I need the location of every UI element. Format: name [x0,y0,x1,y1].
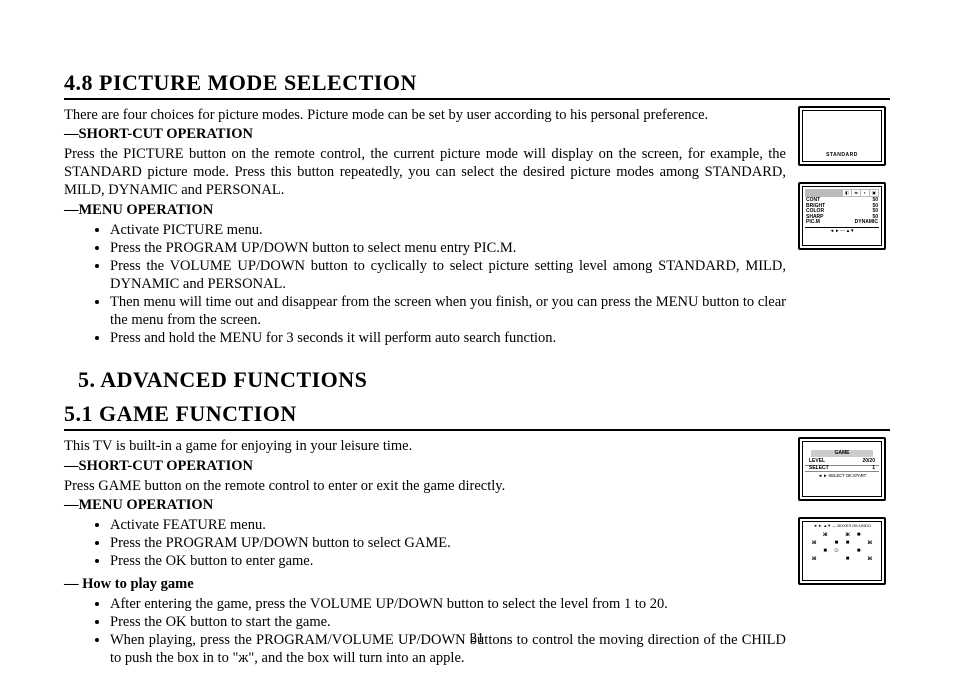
menu-list-4-8: Activate PICTURE menu. Press the PROGRAM… [64,221,786,348]
menu-item: Activate PICTURE menu. [110,221,786,239]
figure-picture-menu-osd: ◧⇆◐▣ CONT50 BRIGHT50 COLOR50 SHARP50 PIC… [798,182,886,250]
howto-item: After entering the game, press the VOLUM… [110,595,786,613]
howto-item: Press the OK button to start the game. [110,613,786,631]
menu-list-5-1: Activate FEATURE menu. Press the PROGRAM… [64,516,786,570]
rule-5-1 [64,429,890,431]
intro-4-8: There are four choices for picture modes… [64,106,786,124]
shortcut-body-4-8: Press the PICTURE button on the remote c… [64,145,786,199]
page-number: 21 [0,631,954,647]
osd-row: SELECT1 [805,465,879,473]
figure-game-grid-osd: ◄ ► ▲▼ — BOXES OK:UNDO жж■ ж■■ж ■☺■ ж■ж [798,517,886,585]
shortcut-heading-4-8: —SHORT-CUT OPERATION [64,126,786,143]
menu-heading-5-1: —MENU OPERATION [64,497,786,514]
figure-picture-mode-osd: STANDARD [798,106,886,166]
shortcut-heading-5-1: —SHORT-CUT OPERATION [64,458,786,475]
osd-topbar: ◧⇆◐▣ [805,189,879,197]
menu-item: Press the PROGRAM UP/DOWN button to sele… [110,239,786,257]
osd-footer: ◄ ► — ▲▼ [805,227,879,234]
menu-item: Then menu will time out and disappear fr… [110,293,786,329]
osd-footer: ◄ ► SELECT OK:START [805,473,879,479]
osd-game-title: GAME [811,450,873,457]
howto-heading: — How to play game [64,576,786,593]
menu-item: Press the VOLUME UP/DOWN button to cycli… [110,257,786,293]
osd-label-standard: STANDARD [805,153,879,158]
osd-grid-header: ◄ ► ▲▼ — BOXES OK:UNDO [805,524,879,528]
manual-page: 4.8 PICTURE MODE SELECTION There are fou… [0,0,954,675]
osd-row: PIC.MDYNAMIC [805,220,879,226]
menu-item: Press and hold the MENU for 3 seconds it… [110,329,786,347]
heading-4-8: 4.8 PICTURE MODE SELECTION [64,70,890,96]
figure-game-menu-osd: GAME LEVEL20/20 SELECT1 ◄ ► SELECT OK:ST… [798,437,886,501]
intro-5-1: This TV is built-in a game for enjoying … [64,437,786,455]
heading-5-1: 5.1 GAME FUNCTION [64,401,890,427]
menu-item: Press the PROGRAM UP/DOWN button to sele… [110,534,786,552]
section-4-8-body: There are four choices for picture modes… [64,106,890,353]
heading-5: 5. ADVANCED FUNCTIONS [78,367,890,393]
shortcut-body-5-1: Press GAME button on the remote control … [64,477,786,495]
rule-4-8 [64,98,890,100]
menu-heading-4-8: —MENU OPERATION [64,202,786,219]
osd-game-grid: жж■ ж■■ж ■☺■ ж■ж [805,528,879,567]
menu-item: Activate FEATURE menu. [110,516,786,534]
menu-item: Press the OK button to enter game. [110,552,786,570]
